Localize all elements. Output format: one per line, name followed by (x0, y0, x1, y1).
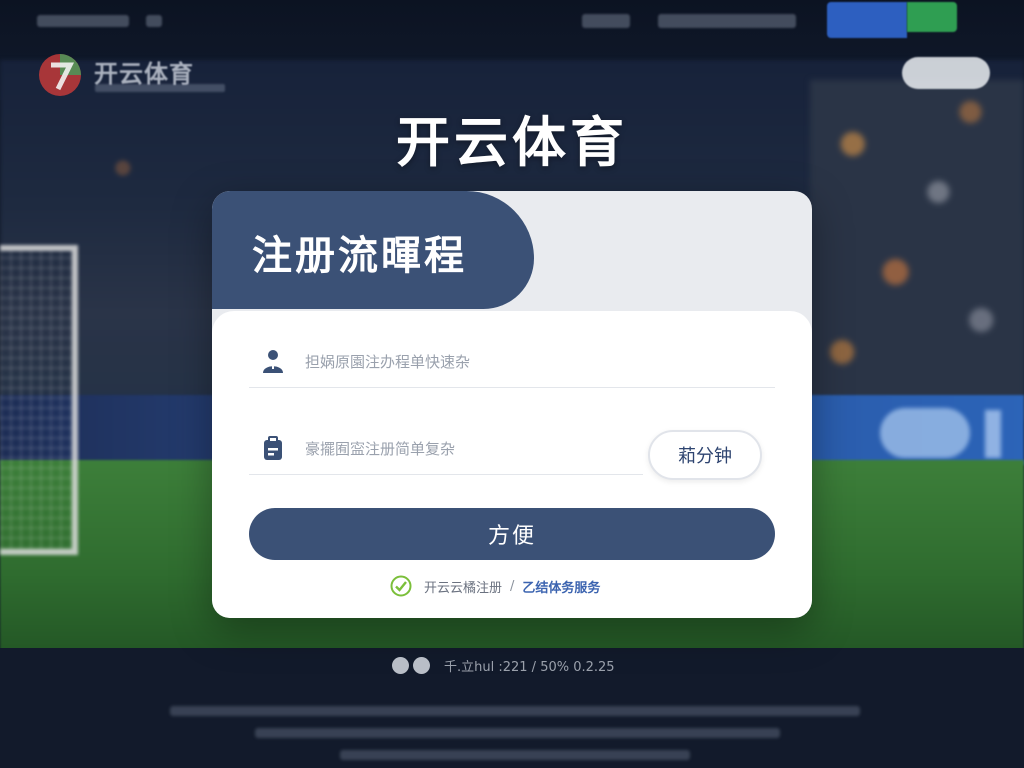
terms-link[interactable]: 乙结体务服务 (522, 577, 600, 596)
brand-seven-badge-icon (39, 54, 81, 96)
top-nav-text-placeholder (146, 15, 162, 27)
verification-code-field (249, 422, 643, 475)
agreement-text: 开云云橘注册 (424, 580, 503, 596)
card-header-tab: 注册流暉程 (212, 191, 534, 309)
get-code-button[interactable]: 萂分钟 (648, 430, 762, 480)
advertising-board-logo (880, 408, 970, 458)
agreement-separator: / (510, 578, 515, 594)
verification-code-input[interactable] (303, 434, 627, 464)
submit-button[interactable]: 方便 (249, 508, 775, 560)
status-text: 千.立hul :221 / 50% 0.2.25 (444, 659, 615, 675)
check-circle-icon[interactable] (390, 575, 412, 597)
status-dot-icon (413, 656, 430, 674)
card-heading: 注册流暉程 (252, 233, 467, 279)
footer-text-placeholder (170, 706, 860, 716)
verification-doc-icon (264, 436, 282, 460)
footer-text-placeholder (340, 750, 690, 760)
top-nav-text-placeholder (37, 15, 129, 27)
card-body: 萂分钟 方便 开云云橘注册 / 乙结体务服务 (212, 311, 812, 618)
top-login-button[interactable] (827, 2, 907, 38)
agreement-row: 开云云橘注册 / 乙结体务服务 (390, 574, 600, 598)
top-nav-link[interactable] (658, 14, 796, 28)
top-register-button[interactable] (907, 2, 957, 32)
goal-net (0, 245, 78, 555)
brand-subtitle-placeholder (95, 84, 225, 92)
top-nav-link[interactable] (582, 14, 630, 28)
header-pill-button[interactable] (902, 57, 990, 89)
page-title: 开云体育 (396, 111, 628, 174)
registration-card: 注册流暉程 萂分钟 方便 (212, 191, 812, 618)
username-input[interactable] (303, 347, 757, 377)
status-row: 千.立hul :221 / 50% 0.2.25 (392, 655, 615, 675)
status-dot-icon (392, 656, 409, 674)
user-icon (263, 350, 283, 373)
username-field (249, 335, 775, 388)
advertising-board-letter (985, 410, 1001, 458)
footer-text-placeholder (255, 728, 780, 738)
